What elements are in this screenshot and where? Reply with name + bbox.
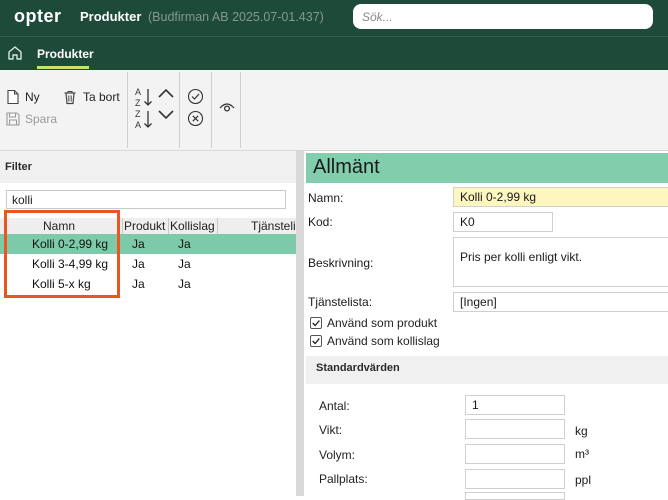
eye-icon[interactable]	[218, 100, 236, 114]
svg-text:Z: Z	[135, 98, 141, 108]
move-up-icon[interactable]	[157, 86, 175, 100]
tab-produkter[interactable]: Produkter	[37, 47, 94, 61]
row-kollislag: Ja	[178, 277, 191, 291]
svg-text:A: A	[135, 87, 141, 97]
save-icon	[6, 112, 20, 126]
new-document-icon	[7, 89, 19, 105]
row-produkt: Ja	[132, 257, 145, 271]
panel-splitter[interactable]	[296, 151, 304, 496]
row-kollislag: Ja	[178, 237, 191, 251]
check-circle-icon[interactable]	[187, 88, 204, 105]
column-header-produkt[interactable]: Produkt	[124, 219, 165, 233]
row-kollislag: Ja	[178, 257, 191, 271]
column-divider[interactable]	[168, 218, 169, 234]
app-subtitle: (Budfirman AB 2025.07-01.437)	[148, 10, 324, 24]
use-as-product-label[interactable]: Använd som produkt	[327, 316, 437, 330]
section-title: Allmänt	[313, 156, 380, 178]
volym-field[interactable]	[465, 444, 565, 464]
sort-ascending-icon[interactable]: A Z	[134, 86, 154, 108]
app-logo: opter	[14, 6, 62, 26]
toolbar-divider	[179, 72, 180, 148]
description-label: Beskrivning:	[308, 256, 374, 270]
column-header-kollislag[interactable]: Kollislag	[170, 219, 215, 233]
filter-header	[0, 151, 296, 183]
antal-label: Antal:	[319, 399, 350, 413]
name-field[interactable]: Kolli 0-2,99 kg	[453, 187, 668, 207]
new-button-label[interactable]: Ny	[25, 90, 40, 104]
filter-title: Filter	[5, 161, 32, 173]
volym-unit: m³	[575, 447, 589, 461]
checkmark-icon	[312, 338, 320, 345]
app-title: Produkter	[80, 9, 142, 24]
use-as-product-checkbox[interactable]	[310, 317, 322, 329]
volym-label: Volym:	[319, 448, 356, 462]
pallplats-unit: ppl	[575, 473, 592, 487]
use-as-packagetype-checkbox[interactable]	[310, 335, 322, 347]
vikt-unit: kg	[575, 424, 588, 438]
delete-button[interactable]: Ta bort	[83, 90, 120, 104]
servicelist-label: Tjänstelista:	[308, 295, 373, 309]
column-header-tjanstelista[interactable]: Tjänsteli	[251, 219, 296, 233]
svg-text:A: A	[135, 120, 141, 130]
toolbar-divider	[211, 72, 212, 148]
new-button[interactable]	[5, 89, 21, 108]
checkmark-icon	[312, 320, 320, 327]
save-button[interactable]: Spara	[25, 112, 57, 126]
column-divider[interactable]	[122, 218, 123, 234]
description-field[interactable]: Pris per kolli enligt vikt.	[453, 237, 668, 287]
row-produkt: Ja	[132, 237, 145, 251]
pallplats-label: Pallplats:	[319, 472, 368, 486]
filter-input[interactable]	[6, 190, 286, 209]
antal-field[interactable]: 1	[465, 395, 565, 415]
pallplats-field[interactable]	[465, 469, 565, 489]
trash-icon[interactable]	[62, 89, 78, 105]
defaults-title: Standardvärden	[316, 362, 400, 374]
move-down-icon[interactable]	[157, 108, 175, 122]
global-search-input[interactable]	[353, 4, 653, 29]
active-tab-indicator	[37, 66, 89, 69]
vikt-label: Vikt:	[319, 423, 343, 437]
row-produkt: Ja	[132, 277, 145, 291]
next-field[interactable]	[465, 492, 565, 500]
highlight-annotation-box	[4, 210, 120, 298]
use-as-packagetype-label[interactable]: Använd som kollislag	[327, 334, 440, 348]
toolbar-divider	[127, 72, 128, 148]
svg-text:Z: Z	[135, 109, 141, 119]
toolbar-divider	[240, 72, 241, 148]
name-label: Namn:	[308, 191, 344, 205]
column-divider[interactable]	[217, 218, 218, 234]
vikt-field[interactable]	[465, 419, 565, 439]
sort-descending-icon[interactable]: Z A	[134, 108, 154, 130]
nav-bar	[0, 36, 668, 71]
servicelist-select[interactable]: [Ingen]	[453, 292, 668, 312]
code-field[interactable]: K0	[453, 212, 553, 232]
cancel-circle-icon[interactable]	[187, 110, 204, 127]
toolbar	[0, 70, 668, 151]
code-label: Kod:	[308, 215, 333, 229]
home-icon[interactable]	[6, 44, 24, 62]
